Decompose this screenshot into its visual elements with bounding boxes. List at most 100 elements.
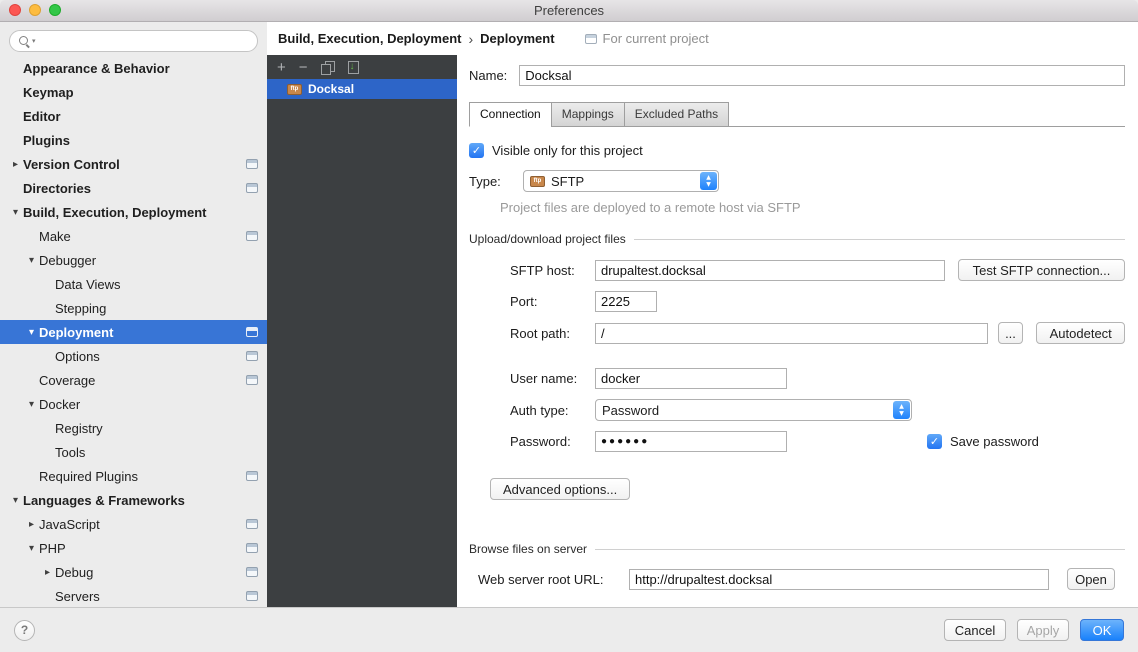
sidebar-item-javascript[interactable]: ▸JavaScript bbox=[0, 512, 267, 536]
tree-expanded-icon[interactable]: ▾ bbox=[24, 327, 39, 338]
current-project-icon bbox=[246, 351, 258, 361]
password-input[interactable] bbox=[595, 431, 787, 452]
test-sftp-connection-button[interactable]: Test SFTP connection... bbox=[958, 259, 1125, 281]
search-options-caret-icon[interactable]: ▾ bbox=[32, 37, 36, 45]
sidebar-item-appearance-behavior[interactable]: Appearance & Behavior bbox=[0, 56, 267, 80]
server-toolbar: +− bbox=[267, 55, 457, 79]
sidebar-item-plugins[interactable]: Plugins bbox=[0, 128, 267, 152]
search-input[interactable] bbox=[41, 34, 249, 49]
sftp-type-icon: ftp bbox=[530, 176, 545, 187]
settings-tree: Appearance & BehaviorKeymapEditorPlugins… bbox=[0, 56, 267, 607]
sidebar-item-build-execution-deployment[interactable]: ▾Build, Execution, Deployment bbox=[0, 200, 267, 224]
sidebar-item-coverage[interactable]: Coverage bbox=[0, 368, 267, 392]
breadcrumb-separator: › bbox=[468, 31, 473, 47]
sidebar-item-label: Build, Execution, Deployment bbox=[23, 205, 206, 220]
browse-root-path-button[interactable]: ... bbox=[998, 322, 1024, 344]
sidebar-item-editor[interactable]: Editor bbox=[0, 104, 267, 128]
titlebar: Preferences bbox=[0, 0, 1138, 22]
tree-expanded-icon[interactable]: ▾ bbox=[24, 543, 39, 554]
web-root-input[interactable] bbox=[629, 569, 1049, 590]
sidebar-item-languages-frameworks[interactable]: ▾Languages & Frameworks bbox=[0, 488, 267, 512]
type-value: SFTP bbox=[551, 174, 584, 189]
current-project-icon bbox=[246, 183, 258, 193]
settings-search-box[interactable]: ▾ bbox=[9, 30, 258, 52]
sidebar-item-options[interactable]: Options bbox=[0, 344, 267, 368]
sidebar-item-version-control[interactable]: ▸Version Control bbox=[0, 152, 267, 176]
sidebar-item-servers[interactable]: Servers bbox=[0, 584, 267, 607]
root-path-label: Root path: bbox=[510, 326, 595, 341]
save-password-checkbox[interactable] bbox=[927, 434, 942, 449]
visible-only-checkbox[interactable] bbox=[469, 143, 484, 158]
tree-collapsed-icon[interactable]: ▸ bbox=[8, 159, 23, 170]
tree-expanded-icon[interactable]: ▾ bbox=[8, 207, 23, 218]
sidebar-item-required-plugins[interactable]: Required Plugins bbox=[0, 464, 267, 488]
tree-expanded-icon[interactable]: ▾ bbox=[24, 399, 39, 410]
sidebar-item-label: Deployment bbox=[39, 325, 113, 340]
sidebar-item-stepping[interactable]: Stepping bbox=[0, 296, 267, 320]
port-label: Port: bbox=[510, 294, 595, 309]
scope-label: For current project bbox=[603, 31, 709, 46]
auth-type-dropdown[interactable]: Password bbox=[595, 399, 912, 421]
sidebar-item-deployment[interactable]: ▾Deployment bbox=[0, 320, 267, 344]
user-name-input[interactable] bbox=[595, 368, 787, 389]
name-input[interactable] bbox=[519, 65, 1125, 86]
sidebar-item-label: Registry bbox=[55, 421, 103, 436]
auth-type-label: Auth type: bbox=[510, 403, 595, 418]
help-button[interactable]: ? bbox=[14, 620, 35, 641]
close-window-button[interactable] bbox=[9, 4, 21, 16]
sidebar-item-label: Coverage bbox=[39, 373, 95, 388]
tree-collapsed-icon[interactable]: ▸ bbox=[24, 519, 39, 530]
sidebar-item-data-views[interactable]: Data Views bbox=[0, 272, 267, 296]
tab-excluded-paths[interactable]: Excluded Paths bbox=[624, 102, 729, 127]
root-path-input[interactable] bbox=[595, 323, 988, 344]
breadcrumb: Build, Execution, Deployment › Deployment bbox=[278, 31, 555, 47]
autodetect-button[interactable]: Autodetect bbox=[1036, 322, 1125, 344]
port-input[interactable] bbox=[595, 291, 657, 312]
sidebar-item-docker[interactable]: ▾Docker bbox=[0, 392, 267, 416]
type-label: Type: bbox=[469, 174, 513, 189]
sidebar-item-label: PHP bbox=[39, 541, 66, 556]
sidebar-item-registry[interactable]: Registry bbox=[0, 416, 267, 440]
sidebar-item-label: Languages & Frameworks bbox=[23, 493, 185, 508]
copy-icon[interactable] bbox=[321, 61, 334, 74]
tab-mappings[interactable]: Mappings bbox=[551, 102, 625, 127]
tree-expanded-icon[interactable]: ▾ bbox=[8, 495, 23, 506]
sidebar-item-directories[interactable]: Directories bbox=[0, 176, 267, 200]
paste-icon[interactable] bbox=[347, 61, 360, 74]
dropdown-stepper-icon[interactable] bbox=[893, 401, 910, 419]
sidebar-item-debugger[interactable]: ▾Debugger bbox=[0, 248, 267, 272]
minimize-window-button[interactable] bbox=[29, 4, 41, 16]
sidebar-item-debug[interactable]: ▸Debug bbox=[0, 560, 267, 584]
zoom-window-button[interactable] bbox=[49, 4, 61, 16]
breadcrumb-part-deployment[interactable]: Deployment bbox=[480, 31, 554, 46]
dropdown-stepper-icon[interactable] bbox=[700, 172, 717, 190]
sidebar-item-tools[interactable]: Tools bbox=[0, 440, 267, 464]
sftp-host-input[interactable] bbox=[595, 260, 945, 281]
current-project-icon bbox=[246, 375, 258, 385]
name-label: Name: bbox=[469, 68, 507, 83]
sidebar-item-label: Options bbox=[55, 349, 100, 364]
breadcrumb-part-build-execution-deployment[interactable]: Build, Execution, Deployment bbox=[278, 31, 461, 46]
tree-expanded-icon[interactable]: ▾ bbox=[24, 255, 39, 266]
settings-sidebar: ▾ Appearance & BehaviorKeymapEditorPlugi… bbox=[0, 22, 267, 607]
ok-button[interactable]: OK bbox=[1080, 619, 1124, 641]
tab-connection[interactable]: Connection bbox=[469, 102, 552, 127]
advanced-options-button[interactable]: Advanced options... bbox=[490, 478, 630, 500]
sidebar-item-label: Docker bbox=[39, 397, 80, 412]
current-project-icon bbox=[246, 543, 258, 553]
tree-collapsed-icon[interactable]: ▸ bbox=[40, 567, 55, 578]
remove-icon[interactable]: − bbox=[299, 60, 308, 75]
current-project-icon bbox=[246, 591, 258, 601]
sidebar-item-php[interactable]: ▾PHP bbox=[0, 536, 267, 560]
sidebar-item-make[interactable]: Make bbox=[0, 224, 267, 248]
current-project-icon bbox=[246, 567, 258, 577]
open-button[interactable]: Open bbox=[1067, 568, 1115, 590]
type-dropdown[interactable]: ftp SFTP bbox=[523, 170, 719, 192]
add-icon[interactable]: + bbox=[277, 60, 286, 75]
sidebar-item-label: Required Plugins bbox=[39, 469, 138, 484]
search-icon bbox=[18, 35, 30, 47]
sidebar-item-keymap[interactable]: Keymap bbox=[0, 80, 267, 104]
apply-button[interactable]: Apply bbox=[1017, 619, 1069, 641]
server-item-docksal[interactable]: ftpDocksal bbox=[267, 79, 457, 99]
cancel-button[interactable]: Cancel bbox=[944, 619, 1006, 641]
